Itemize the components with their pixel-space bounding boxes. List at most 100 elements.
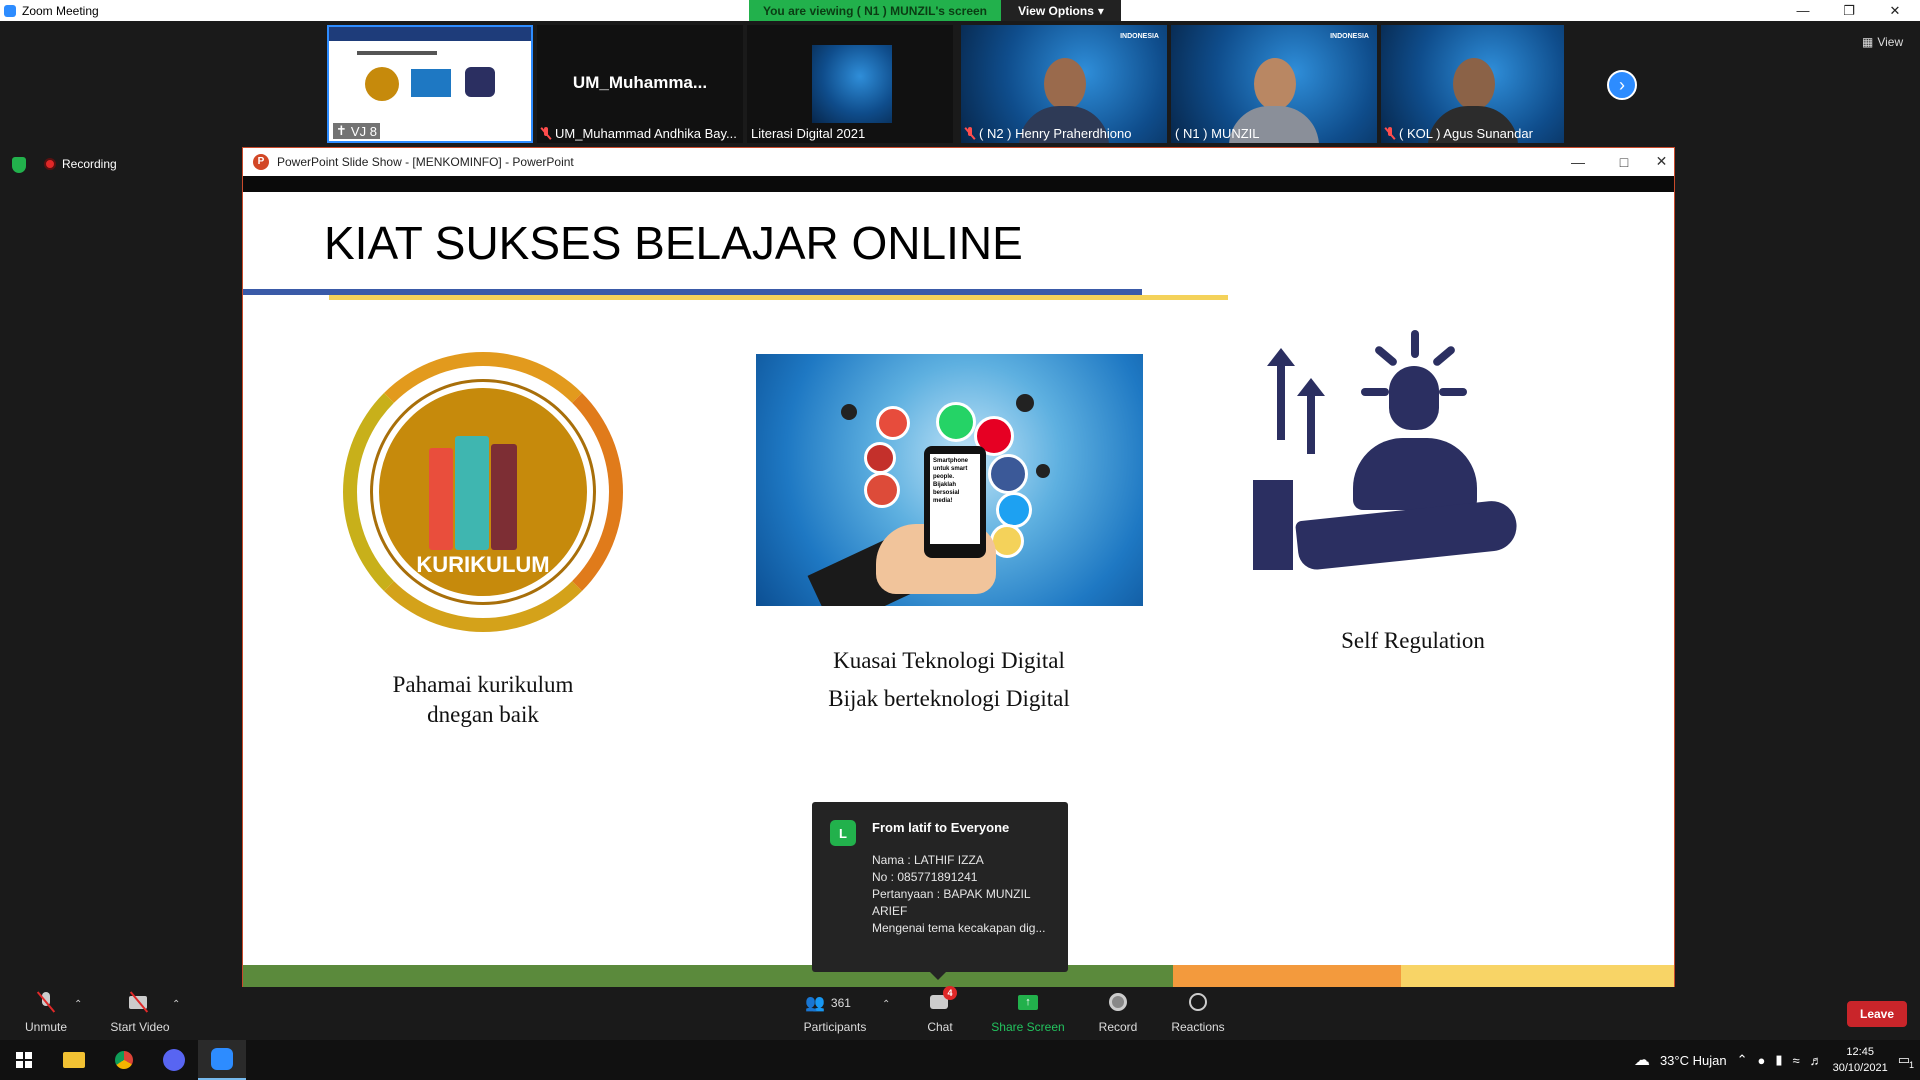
windows-taskbar: ☁ 33°C Hujan ⌃ ● ▮ ≈ ♬ 12:45 30/10/2021 … [0, 1040, 1920, 1080]
chat-icon: 4 [927, 986, 957, 1014]
arrow-shaft [1307, 390, 1315, 454]
share-screen-icon: ↑ [1015, 992, 1041, 1014]
indonesia-logo: INDONESIA [1330, 33, 1369, 40]
weather-text[interactable]: 33°C Hujan [1660, 1053, 1727, 1068]
audio-options-caret-icon[interactable]: ⌃ [74, 999, 82, 1010]
caption-teknologi: Kuasai Teknologi Digital Bijak berteknol… [828, 648, 1070, 711]
chat-unread-badge: 4 [943, 986, 957, 1000]
whatsapp-icon [936, 402, 976, 442]
thumbnail-vj8[interactable]: ✝ VJ 8 [327, 25, 533, 143]
maximize-button[interactable]: ❐ [1826, 0, 1872, 21]
start-video-button[interactable]: Start Video [104, 987, 176, 1040]
video-options-caret-icon[interactable]: ⌃ [172, 999, 180, 1010]
chevron-down-icon: ▾ [1097, 3, 1104, 18]
kurikulum-badge-label: KURIKULUM [416, 552, 550, 577]
cloud-rain-icon: ☁ [1633, 1052, 1650, 1069]
zoom-taskbar-icon[interactable] [198, 1040, 246, 1080]
recording-indicator[interactable]: Recording [44, 157, 117, 171]
microphone-icon: ● [1757, 1052, 1766, 1068]
thumbnail-label: ( N2 ) Henry Praherdhiono [965, 126, 1131, 141]
meeting-toolbar: Unmute ⌃ Start Video ⌃ 👥 361 Participant… [0, 986, 1920, 1040]
mic-muted-icon [33, 991, 59, 1014]
ppt-maximize-button[interactable]: □ [1601, 148, 1647, 175]
notification-center-icon[interactable]: ▭ 1 [1898, 1052, 1914, 1070]
chevron-up-icon[interactable]: ⌃ [1737, 1052, 1748, 1068]
discord-icon[interactable] [150, 1040, 198, 1080]
thumbnail-agus[interactable]: ( KOL ) Agus Sunandar [1381, 25, 1564, 143]
caption-kurikulum: Pahamai kurikulum dnegan baik [392, 672, 574, 727]
close-button[interactable]: ✕ [1872, 0, 1918, 21]
wifi-icon[interactable]: ≈ [1793, 1053, 1800, 1068]
powerpoint-icon: P [253, 153, 269, 170]
security-shield-icon[interactable] [12, 157, 26, 173]
sender-avatar: L [830, 820, 856, 846]
thumbnail-label: ✝ VJ 8 [333, 123, 380, 139]
unmute-button[interactable]: Unmute [18, 987, 74, 1040]
instagram-icon [876, 406, 910, 440]
indonesia-logo: INDONESIA [1120, 33, 1159, 40]
chat-sender: From latif to Everyone [872, 820, 1010, 835]
zoom-app-icon [4, 4, 16, 17]
participants-button[interactable]: 👥 361 Participants [800, 987, 870, 1040]
person-body [1353, 438, 1477, 510]
thumbnail-um-muhammad[interactable]: UM_Muhamma... UM_Muhammad Andhika Bay... [537, 25, 743, 143]
view-button[interactable]: ▦ View [1862, 35, 1903, 49]
idea-ray [1373, 344, 1399, 368]
windows-start-icon[interactable] [0, 1040, 48, 1080]
reactions-button[interactable]: Reactions [1168, 987, 1228, 1040]
pin-icon: ✝ [336, 123, 347, 138]
record-icon [1105, 992, 1131, 1014]
arrow-head [1297, 378, 1325, 396]
sleeve-block [1253, 480, 1293, 570]
participants-options-caret-icon[interactable]: ⌃ [882, 999, 890, 1010]
system-tray: ☁ 33°C Hujan ⌃ ● ▮ ≈ ♬ 12:45 30/10/2021 … [1634, 1040, 1920, 1080]
caption-self-regulation: Self Regulation [1341, 628, 1485, 653]
leave-button[interactable]: Leave [1847, 1001, 1907, 1027]
idea-ray [1439, 388, 1467, 396]
clock[interactable]: 12:45 30/10/2021 [1833, 1044, 1888, 1076]
video-off-icon [127, 991, 153, 1014]
chrome-icon[interactable] [100, 1040, 148, 1080]
volume-icon[interactable]: ♬ [1810, 1053, 1823, 1068]
chat-button[interactable]: 4 Chat [920, 986, 960, 1040]
phone-screen-text: Smartphone untuk smart people. Bijaklah … [930, 454, 980, 544]
mic-muted-icon [965, 127, 975, 140]
thumbnail-henry[interactable]: INDONESIA ( N2 ) Henry Praherdhiono [961, 25, 1167, 143]
thumbnail-literasi-digital[interactable]: Literasi Digital 2021 [747, 25, 953, 143]
ppt-minimize-button[interactable]: — [1555, 148, 1601, 175]
youtube-icon [864, 442, 896, 474]
book-maroon [491, 444, 517, 550]
kurikulum-icon: KURIKULUM [343, 352, 623, 632]
palm [1294, 498, 1520, 572]
facebook-icon [988, 454, 1028, 494]
view-options-button[interactable]: View Options ▾ [1001, 0, 1121, 21]
participants-count: 361 [830, 996, 851, 1010]
thumbnail-label: Literasi Digital 2021 [751, 126, 866, 141]
smartphone: Smartphone untuk smart people. Bijaklah … [924, 446, 986, 558]
powerpoint-window-title: PowerPoint Slide Show - [MENKOMINFO] - P… [277, 154, 574, 169]
small-bubble [1016, 394, 1034, 412]
share-screen-button[interactable]: ↑ Share Screen [990, 987, 1066, 1040]
chat-notification[interactable]: L From latif to Everyone Nama : LATHIF I… [812, 802, 1068, 972]
idea-ray [1431, 344, 1457, 368]
arrow-shaft [1277, 360, 1285, 440]
file-explorer-icon[interactable] [50, 1040, 98, 1080]
idea-ray [1361, 388, 1389, 396]
window-title: Zoom Meeting [22, 3, 99, 18]
ppt-close-button[interactable]: ✕ [1647, 148, 1676, 175]
minimize-button[interactable]: — [1780, 0, 1826, 21]
small-bubble [1036, 464, 1050, 478]
literasi-logo-image [812, 45, 892, 123]
record-dot-icon [44, 158, 56, 170]
google-plus-icon [864, 472, 900, 508]
twitter-icon [996, 492, 1032, 528]
thumbnail-munzil[interactable]: INDONESIA ( N1 ) MUNZIL [1171, 25, 1377, 143]
book-red [429, 448, 453, 550]
mic-muted-icon [1385, 127, 1395, 140]
book-teal [455, 436, 489, 550]
record-button[interactable]: Record [1094, 987, 1142, 1040]
battery-icon[interactable]: ▮ [1775, 1052, 1782, 1068]
screen-share-banner: You are viewing ( N1 ) MUNZIL's screen [749, 0, 1001, 21]
person-head [1389, 366, 1439, 430]
next-page-arrow-icon[interactable]: › [1607, 70, 1637, 100]
